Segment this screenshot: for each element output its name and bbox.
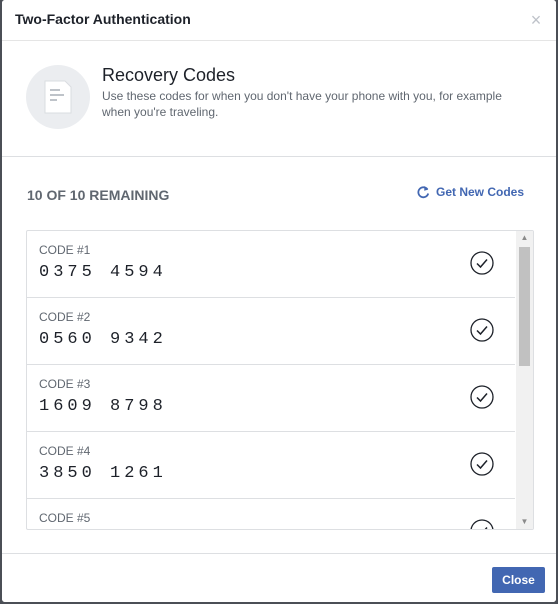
scroll-down-arrow-icon[interactable]: ▼ [516,515,533,529]
code-row: CODE #2 0560 9342 [27,298,515,365]
code-row: CODE #1 0375 4594 [27,231,515,298]
recovery-codes-list[interactable]: CODE #1 0375 4594 CODE #2 0560 9342 CODE… [26,230,534,530]
scrollbar-thumb[interactable] [519,247,530,366]
code-label: CODE #1 [39,243,91,257]
code-row: CODE #4 3850 1261 [27,432,515,499]
code-label: CODE #2 [39,310,91,324]
codes-scroll-area: CODE #1 0375 4594 CODE #2 0560 9342 CODE… [27,231,515,529]
get-new-codes-label: Get New Codes [436,185,525,199]
dialog-title-bar: Two-Factor Authentication × [2,0,556,41]
close-icon[interactable]: × [526,10,546,30]
code-value: 1609 8798 [39,397,167,416]
codes-scrollbar[interactable]: ▲ ▼ [516,231,533,529]
code-label: CODE #5 [39,511,91,525]
refresh-icon [417,186,430,199]
two-factor-dialog: Two-Factor Authentication × Recovery Cod… [2,0,556,602]
code-value: 0375 4594 [39,263,167,282]
dialog-title: Two-Factor Authentication [15,11,191,27]
code-value: 3850 1261 [39,464,167,483]
close-button[interactable]: Close [492,567,545,593]
code-label: CODE #4 [39,444,91,458]
check-circle-icon [470,318,494,342]
recovery-header: Recovery Codes Use these codes for when … [2,41,556,157]
recovery-codes-title: Recovery Codes [102,65,236,85]
code-value: 0560 9342 [39,330,167,349]
code-label: CODE #3 [39,377,91,391]
code-row: CODE #3 1609 8798 [27,365,515,432]
codes-remaining-count: 10 OF 10 REMAINING [27,187,170,203]
document-icon [26,65,90,129]
scroll-up-arrow-icon[interactable]: ▲ [516,231,533,245]
dialog-footer: Close [2,553,556,602]
check-circle-icon [470,452,494,476]
code-row: CODE #5 [27,499,515,529]
check-circle-icon [470,251,494,275]
check-circle-icon [470,385,494,409]
get-new-codes-link[interactable]: Get New Codes [417,185,524,199]
recovery-codes-description: Use these codes for when you don't have … [102,89,502,119]
check-circle-icon [470,519,494,529]
